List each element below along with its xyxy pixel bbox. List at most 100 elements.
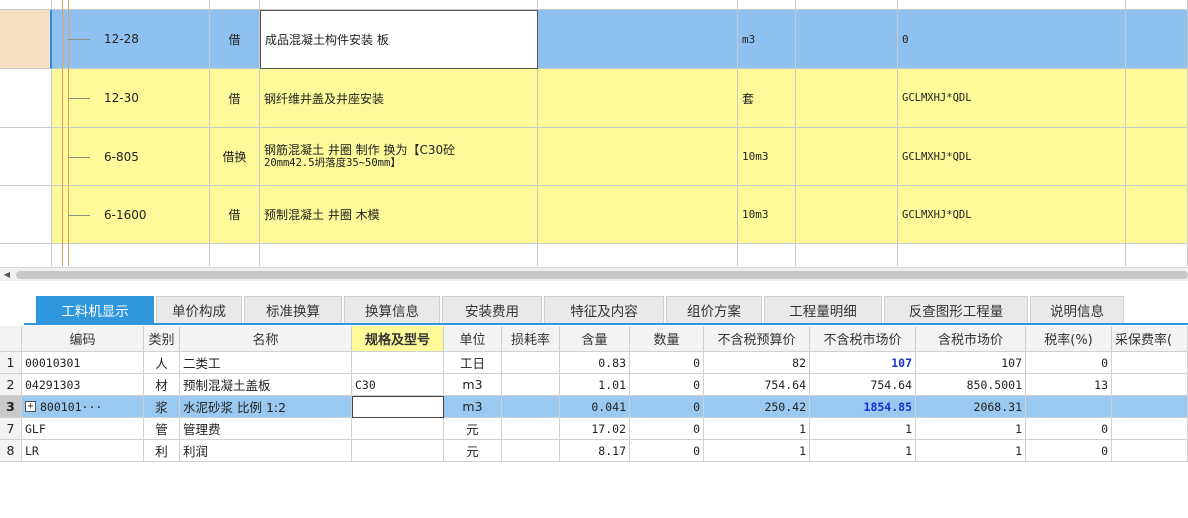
quota-name-editor[interactable]: 成品混凝土构件安装 板 bbox=[260, 10, 538, 69]
resource-unit[interactable]: 元 bbox=[444, 440, 502, 462]
resource-budget-price[interactable]: 250.42 bbox=[704, 396, 810, 418]
tab-installation-fee[interactable]: 安装费用 bbox=[442, 296, 542, 323]
quota-unit[interactable]: 10m3 bbox=[738, 128, 796, 186]
quota-row[interactable]: 6-1600 借 预制混凝土 井圈 木模 10m3 GCLMXHJ*QDL bbox=[0, 186, 1188, 244]
quota-expression[interactable]: GCLMXHJ*QDL bbox=[898, 128, 1126, 186]
col-header-code[interactable]: 编码 bbox=[22, 326, 144, 352]
table-row[interactable]: 8 LR 利利润元 8.17 0 1 1 1 0 bbox=[0, 440, 1188, 462]
col-header-tax-rate[interactable]: 税率(%) bbox=[1026, 326, 1112, 352]
col-header-name[interactable]: 名称 bbox=[180, 326, 352, 352]
resource-procurement-rate[interactable] bbox=[1112, 396, 1188, 418]
resource-market-price-tax[interactable]: 2068.31 bbox=[916, 396, 1026, 418]
quota-cell[interactable] bbox=[1126, 128, 1188, 186]
resource-procurement-rate[interactable] bbox=[1112, 374, 1188, 396]
resource-quantity[interactable]: 0 bbox=[630, 418, 704, 440]
quota-cell[interactable] bbox=[796, 186, 898, 244]
quota-spec[interactable] bbox=[538, 186, 738, 244]
resource-category[interactable]: 浆 bbox=[144, 396, 180, 418]
quota-cell[interactable] bbox=[796, 10, 898, 69]
quota-cell[interactable] bbox=[796, 69, 898, 128]
quota-cell[interactable] bbox=[796, 128, 898, 186]
table-row[interactable]: 7 GLF 管管理费元 17.02 0 1 1 1 0 bbox=[0, 418, 1188, 440]
resource-content[interactable]: 1.01 bbox=[560, 374, 630, 396]
resource-tax-rate[interactable]: 0 bbox=[1026, 418, 1112, 440]
resource-budget-price[interactable]: 1 bbox=[704, 440, 810, 462]
resource-content[interactable]: 8.17 bbox=[560, 440, 630, 462]
quota-cell[interactable] bbox=[1126, 10, 1188, 69]
resource-category[interactable]: 材 bbox=[144, 374, 180, 396]
resource-spec[interactable] bbox=[352, 352, 444, 374]
resource-tax-rate[interactable]: 0 bbox=[1026, 352, 1112, 374]
quota-unit[interactable]: m3 bbox=[738, 10, 796, 69]
col-header-category[interactable]: 类别 bbox=[144, 326, 180, 352]
resource-loss-rate[interactable] bbox=[502, 352, 560, 374]
resource-name[interactable]: 利润 bbox=[180, 440, 352, 462]
col-header-content[interactable]: 含量 bbox=[560, 326, 630, 352]
resource-unit[interactable]: m3 bbox=[444, 396, 502, 418]
quota-unit[interactable]: 10m3 bbox=[738, 186, 796, 244]
col-header-budget-price[interactable]: 不含税预算价 bbox=[704, 326, 810, 352]
resource-content[interactable]: 0.83 bbox=[560, 352, 630, 374]
tab-graphic-quantity-lookup[interactable]: 反查图形工程量 bbox=[884, 296, 1028, 323]
resource-procurement-rate[interactable] bbox=[1112, 440, 1188, 462]
tab-features-content[interactable]: 特征及内容 bbox=[544, 296, 664, 323]
resource-code[interactable]: LR bbox=[22, 440, 144, 462]
resource-procurement-rate[interactable] bbox=[1112, 352, 1188, 374]
resource-loss-rate[interactable] bbox=[502, 396, 560, 418]
quota-name[interactable]: 预制混凝土 井圈 木模 bbox=[260, 186, 538, 244]
resource-quantity[interactable]: 0 bbox=[630, 352, 704, 374]
resource-tax-rate[interactable]: 0 bbox=[1026, 440, 1112, 462]
quota-type[interactable]: 借 bbox=[210, 69, 260, 128]
row-indicator[interactable] bbox=[0, 128, 52, 186]
resource-loss-rate[interactable] bbox=[502, 374, 560, 396]
resource-market-price-tax[interactable]: 107 bbox=[916, 352, 1026, 374]
table-row[interactable]: 1 00010301 人二类工 工日 0.83 0 82 107 107 0 bbox=[0, 352, 1188, 374]
resource-spec[interactable]: C30 bbox=[352, 374, 444, 396]
resource-name[interactable]: 预制混凝土盖板 bbox=[180, 374, 352, 396]
resource-budget-price[interactable]: 1 bbox=[704, 418, 810, 440]
resource-procurement-rate[interactable] bbox=[1112, 418, 1188, 440]
quota-name[interactable]: 钢筋混凝土 井圈 制作 换为【C30砼 20mm42.5坍落度35~50mm】 bbox=[260, 128, 538, 186]
resource-budget-price[interactable]: 754.64 bbox=[704, 374, 810, 396]
resource-unit[interactable]: 工日 bbox=[444, 352, 502, 374]
resource-name[interactable]: 管理费 bbox=[180, 418, 352, 440]
resource-market-price[interactable]: 754.64 bbox=[810, 374, 916, 396]
resource-market-price[interactable]: 1 bbox=[810, 440, 916, 462]
scroll-left-icon[interactable]: ◀ bbox=[2, 269, 12, 280]
resource-category[interactable]: 利 bbox=[144, 440, 180, 462]
resource-loss-rate[interactable] bbox=[502, 440, 560, 462]
resource-quantity[interactable]: 0 bbox=[630, 396, 704, 418]
resource-code[interactable]: 00010301 bbox=[22, 352, 144, 374]
col-header-loss-rate[interactable]: 损耗率 bbox=[502, 326, 560, 352]
resource-quantity[interactable]: 0 bbox=[630, 440, 704, 462]
resource-market-price[interactable]: 107 bbox=[810, 352, 916, 374]
scrollbar-thumb[interactable] bbox=[16, 271, 1188, 279]
resource-spec[interactable] bbox=[352, 396, 444, 418]
resource-unit[interactable]: m3 bbox=[444, 374, 502, 396]
col-header-spec[interactable]: 规格及型号 bbox=[352, 326, 444, 352]
quota-expression[interactable]: GCLMXHJ*QDL bbox=[898, 69, 1126, 128]
resource-content[interactable]: 0.041 bbox=[560, 396, 630, 418]
tab-unit-price-composition[interactable]: 单价构成 bbox=[156, 296, 242, 323]
quota-cell[interactable] bbox=[1126, 69, 1188, 128]
quota-type[interactable]: 借换 bbox=[210, 128, 260, 186]
quota-expression[interactable]: 0 bbox=[898, 10, 1126, 69]
quota-name[interactable]: 钢纤维井盖及井座安装 bbox=[260, 69, 538, 128]
resource-quantity[interactable]: 0 bbox=[630, 374, 704, 396]
table-row[interactable]: 3 +800101··· 浆水泥砂浆 比例 1:2 m3 0.041 0 250.42 185… bbox=[0, 396, 1188, 418]
horizontal-scrollbar[interactable]: ◀ bbox=[0, 267, 1188, 281]
resource-unit[interactable]: 元 bbox=[444, 418, 502, 440]
resource-content[interactable]: 17.02 bbox=[560, 418, 630, 440]
resource-market-price-tax[interactable]: 850.5001 bbox=[916, 374, 1026, 396]
quota-row[interactable]: 12-28 借 成品混凝土构件安装 板 m3 0 bbox=[0, 10, 1188, 69]
resource-category[interactable]: 人 bbox=[144, 352, 180, 374]
col-header-unit[interactable]: 单位 bbox=[444, 326, 502, 352]
resource-spec[interactable] bbox=[352, 440, 444, 462]
row-indicator[interactable] bbox=[0, 186, 52, 244]
quota-spec[interactable] bbox=[538, 128, 738, 186]
col-header-quantity[interactable]: 数量 bbox=[630, 326, 704, 352]
col-header-procurement-rate[interactable]: 采保费率( bbox=[1112, 326, 1188, 352]
row-indicator[interactable] bbox=[0, 69, 52, 128]
resource-code[interactable]: +800101··· bbox=[22, 396, 144, 418]
resource-tax-rate[interactable] bbox=[1026, 396, 1112, 418]
